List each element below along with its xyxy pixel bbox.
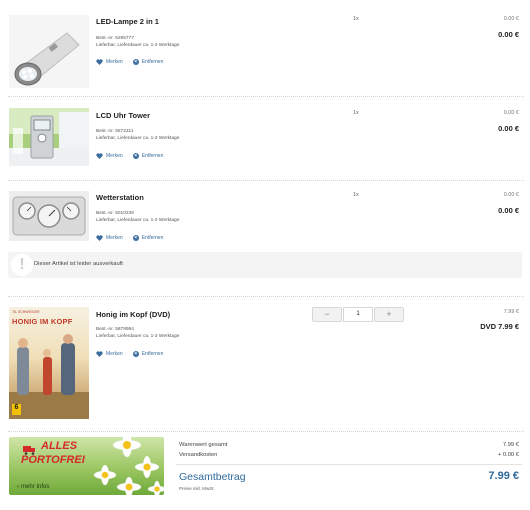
weather-station-illustration — [9, 191, 89, 241]
unit-price: 7.99 € — [503, 309, 519, 315]
item-actions: Merken × Entfernen — [96, 59, 163, 65]
quantity-input[interactable]: 1 — [343, 307, 373, 322]
product-image[interactable] — [9, 108, 89, 166]
order-number: Best.-nr. 5285777 — [96, 36, 134, 41]
divider — [8, 296, 524, 297]
banner-link-label: mehr Infos — [21, 484, 50, 490]
heart-icon — [96, 153, 103, 159]
remove-icon: × — [132, 153, 139, 159]
delivery-info: Lieferbar, Lieferdauer ca. 1-2 Werktage — [96, 43, 180, 48]
grand-total-label: Gesamtbetrag — [179, 471, 246, 483]
item-actions: Merken × Entfernen — [96, 153, 163, 159]
divider — [8, 180, 524, 181]
favorite-label: Merken — [106, 351, 123, 357]
quantity-stepper: − 1 + — [312, 307, 404, 322]
product-meta: Best.-nr. 5285777 Lieferbar, Lieferdauer… — [96, 35, 179, 49]
decrease-button[interactable]: − — [312, 307, 342, 322]
goods-total-label: Warenwert gesamt — [179, 442, 228, 448]
order-number: Best.-nr. 5572311 — [96, 129, 134, 134]
shipping-label: Versandkosten — [179, 452, 218, 458]
increase-button[interactable]: + — [374, 307, 404, 322]
delivery-info: Lieferbar, Lieferdauer ca. 1-2 Werktage — [96, 218, 180, 223]
quantity: 1x — [353, 110, 359, 116]
heart-icon — [96, 235, 103, 241]
quantity: 1x — [353, 192, 359, 198]
dvd-cover-top-text: TIL SCHWEIGER — [12, 310, 40, 314]
delivery-info: Lieferbar, Lieferdauer ca. 1-2 Werktage — [96, 334, 180, 339]
remove-button[interactable]: × Entfernen — [132, 351, 164, 357]
favorite-label: Merken — [106, 59, 123, 65]
product-title[interactable]: Wetterstation — [96, 193, 144, 202]
flashlight-illustration — [9, 15, 89, 88]
heart-icon — [96, 351, 103, 357]
banner-headline-1: ALLES — [41, 440, 78, 452]
divider — [8, 96, 524, 97]
line-total: 0.00 € — [498, 30, 519, 39]
banner-headline-2: PORTOFREI — [21, 454, 85, 466]
quantity: 1x — [353, 16, 359, 22]
product-image[interactable] — [9, 191, 89, 241]
divider — [8, 431, 524, 432]
favorite-button[interactable]: Merken — [96, 351, 123, 357]
remove-label: Entfernen — [141, 351, 164, 357]
favorite-button[interactable]: Merken — [96, 235, 123, 241]
heart-icon — [96, 59, 103, 65]
soldout-notice: ! Dieser Artikel ist leider ausverkauft — [8, 252, 522, 278]
product-title[interactable]: LED-Lampe 2 in 1 — [96, 17, 159, 26]
product-image[interactable]: TIL SCHWEIGER HONIG IM KOPF 6 — [9, 307, 89, 419]
remove-label: Entfernen — [141, 153, 164, 159]
product-title[interactable]: LCD Uhr Tower — [96, 111, 150, 120]
remove-button[interactable]: × Entfernen — [132, 153, 164, 159]
dvd-cover-title: HONIG IM KOPF — [12, 317, 73, 326]
remove-icon: × — [132, 235, 139, 241]
unit-price: 0.00 € — [503, 110, 519, 116]
summary-divider — [176, 464, 522, 465]
favorite-label: Merken — [106, 235, 123, 241]
goods-total-value: 7.99 € — [502, 442, 519, 448]
remove-button[interactable]: × Entfernen — [132, 235, 164, 241]
clock-tower-illustration — [9, 108, 89, 166]
favorite-label: Merken — [106, 153, 123, 159]
product-meta: Best.-nr. 5010236 Lieferbar, Lieferdauer… — [96, 210, 179, 224]
delivery-info: Lieferbar, Lieferdauer ca. 1-2 Werktage — [96, 136, 180, 141]
remove-icon: × — [132, 351, 139, 357]
remove-label: Entfernen — [141, 59, 164, 65]
age-rating: 6 — [14, 404, 19, 411]
product-image[interactable] — [9, 15, 89, 88]
tax-note: Preise inkl. MwSt. — [179, 486, 215, 491]
favorite-button[interactable]: Merken — [96, 153, 123, 159]
banner-more-info-link[interactable]: › mehr Infos — [17, 484, 49, 490]
exclamation-icon: ! — [11, 254, 33, 276]
line-total: 0.00 € — [498, 124, 519, 133]
product-title[interactable]: Honig im Kopf (DVD) — [96, 310, 170, 319]
remove-button[interactable]: × Entfernen — [132, 59, 164, 65]
remove-label: Entfernen — [141, 235, 164, 241]
free-shipping-banner[interactable]: ALLES PORTOFREI › mehr Infos — [9, 437, 164, 495]
item-actions: Merken × Entfernen — [96, 235, 163, 241]
favorite-button[interactable]: Merken — [96, 59, 123, 65]
order-number: Best.-nr. 5878984 — [96, 327, 134, 332]
product-meta: Best.-nr. 5878984 Lieferbar, Lieferdauer… — [96, 326, 179, 340]
remove-icon: × — [132, 59, 139, 65]
order-number: Best.-nr. 5010236 — [96, 211, 134, 216]
shipping-value: + 0.00 € — [497, 452, 519, 458]
line-total: 0.00 € — [498, 206, 519, 215]
grand-total-value: 7.99 € — [488, 470, 519, 482]
line-total: DVD 7.99 € — [480, 322, 519, 331]
item-actions: Merken × Entfernen — [96, 351, 163, 357]
soldout-text: Dieser Artikel ist leider ausverkauft — [34, 261, 123, 267]
chevron-right-icon: › — [17, 484, 19, 490]
product-meta: Best.-nr. 5572311 Lieferbar, Lieferdauer… — [96, 128, 179, 142]
unit-price: 0.00 € — [503, 192, 519, 198]
unit-price: 0.00 € — [503, 16, 519, 22]
